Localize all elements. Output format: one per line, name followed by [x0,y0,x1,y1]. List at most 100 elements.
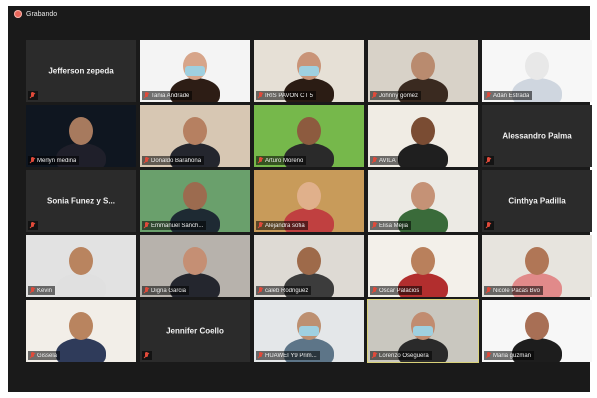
participant-label-name: Kevin [37,287,53,294]
participant-label-name: Maria guzman [493,352,532,359]
participant-label: Donaldo Barahona [142,156,205,165]
participant-head [297,117,321,145]
muted-mic-icon [486,222,491,229]
participant-label: IRIS PAVON CT 5 [256,91,317,100]
participant-label: Adan Estrada [484,91,533,100]
participant-name: Alessandro Palma [502,131,572,141]
participant-head [69,312,93,340]
participant-head [525,247,549,275]
participant-label-name: Digna Garcia [151,287,187,294]
participant-label-name: Donaldo Barahona [151,157,202,164]
face-mask [413,326,433,336]
participant-head [525,312,549,340]
recording-indicator: Grabando [8,6,57,22]
participant-label-name: IRIS PAVON CT 5 [265,92,314,99]
participant-label-name: Nicole Pacas Bvo [493,287,541,294]
participant-label-name: Elisa Mejia [379,222,409,229]
participant-label [484,221,494,230]
participant-tile[interactable]: Alessandro Palma [482,105,592,167]
participant-tile[interactable]: Gissela [26,300,136,362]
participant-label-name: Adan Estrada [493,92,530,99]
participant-name: Jefferson zepeda [48,66,114,76]
participant-label: Kevin [28,286,56,295]
muted-mic-icon [144,157,149,164]
face-mask [299,66,319,76]
muted-mic-icon [372,352,377,359]
muted-mic-icon [144,287,149,294]
muted-mic-icon [372,92,377,99]
participant-label: Lorenzo Oseguera [370,351,432,360]
participant-tile[interactable]: Oscar Palacios [368,235,478,297]
participant-tile[interactable]: Jefferson zepeda [26,40,136,102]
participant-tile[interactable]: Alejandra sofia [254,170,364,232]
participant-tile[interactable]: Sonia Funez y S... [26,170,136,232]
participant-head [183,182,207,210]
participant-tile[interactable]: HUAWEI Y9 Prim... [254,300,364,362]
participant-label-name: Merlyn medina [37,157,77,164]
participant-tile[interactable]: Emmanuel Sánch... [140,170,250,232]
participant-label-name: Emmanuel Sánch... [151,222,204,229]
participant-label [28,221,38,230]
participant-tile[interactable]: Jennifer Coello [140,300,250,362]
participant-head [183,117,207,145]
recording-label: Grabando [26,10,58,18]
participant-label: Nicole Pacas Bvo [484,286,544,295]
participant-label-name: HUAWEI Y9 Prim... [265,352,317,359]
participant-tile[interactable]: Elisa Mejia [368,170,478,232]
participant-label-name: Gissela [37,352,58,359]
participant-head [183,247,207,275]
participant-label: caleb Rodriguez [256,286,312,295]
muted-mic-icon [372,157,377,164]
participant-label: Elisa Mejia [370,221,412,230]
face-mask [185,66,205,76]
participant-tile[interactable]: IRIS PAVON CT 5 [254,40,364,102]
muted-mic-icon [486,352,491,359]
participant-head [297,182,321,210]
participant-label-name: Lorenzo Oseguera [379,352,429,359]
participant-label-name: AVILA [379,157,396,164]
participant-label-name: Alejandra sofia [265,222,305,229]
participant-tile[interactable]: Donaldo Barahona [140,105,250,167]
participant-tile[interactable]: Maria guzman [482,300,592,362]
muted-mic-icon [30,352,35,359]
participant-label: Emmanuel Sánch... [142,221,207,230]
muted-mic-icon [258,157,263,164]
muted-mic-icon [258,92,263,99]
participant-tile[interactable]: Nicole Pacas Bvo [482,235,592,297]
participant-tile[interactable]: Kevin [26,235,136,297]
face-mask [299,326,319,336]
recording-icon [14,10,22,18]
muted-mic-icon [372,287,377,294]
muted-mic-icon [486,92,491,99]
participant-name: Sonia Funez y S... [46,196,115,206]
participant-label [142,351,152,360]
participant-label: Digna Garcia [142,286,190,295]
participant-tile[interactable]: AVILA [368,105,478,167]
participant-head [411,117,435,145]
participant-body [398,143,448,167]
participant-label-name: Tania Andrade [151,92,190,99]
muted-mic-icon [30,222,35,229]
muted-mic-icon [486,157,491,164]
participant-tile[interactable]: Cinthya Padilla [482,170,592,232]
muted-mic-icon [144,222,149,229]
participant-label-name: Oscar Palacios [379,287,420,294]
participant-label-name: caleb Rodriguez [265,287,309,294]
participant-head [411,247,435,275]
participant-head [69,117,93,145]
muted-mic-icon [30,92,35,99]
participant-tile[interactable]: Tania Andrade [140,40,250,102]
participant-tile[interactable]: Digna Garcia [140,235,250,297]
participant-label: Maria guzman [484,351,535,360]
participant-tile[interactable]: Johnny gomez [368,40,478,102]
participant-tile[interactable]: Lorenzo Oseguera [367,299,479,363]
participant-head [297,247,321,275]
participant-tile[interactable]: caleb Rodriguez [254,235,364,297]
participant-tile[interactable]: Adan Estrada [482,40,592,102]
participant-label: Tania Andrade [142,91,193,100]
participant-tile[interactable]: Arturo Moreno [254,105,364,167]
participant-label-name: Arturo Moreno [265,157,304,164]
muted-mic-icon [144,92,149,99]
participant-tile[interactable]: Merlyn medina [26,105,136,167]
muted-mic-icon [486,287,491,294]
